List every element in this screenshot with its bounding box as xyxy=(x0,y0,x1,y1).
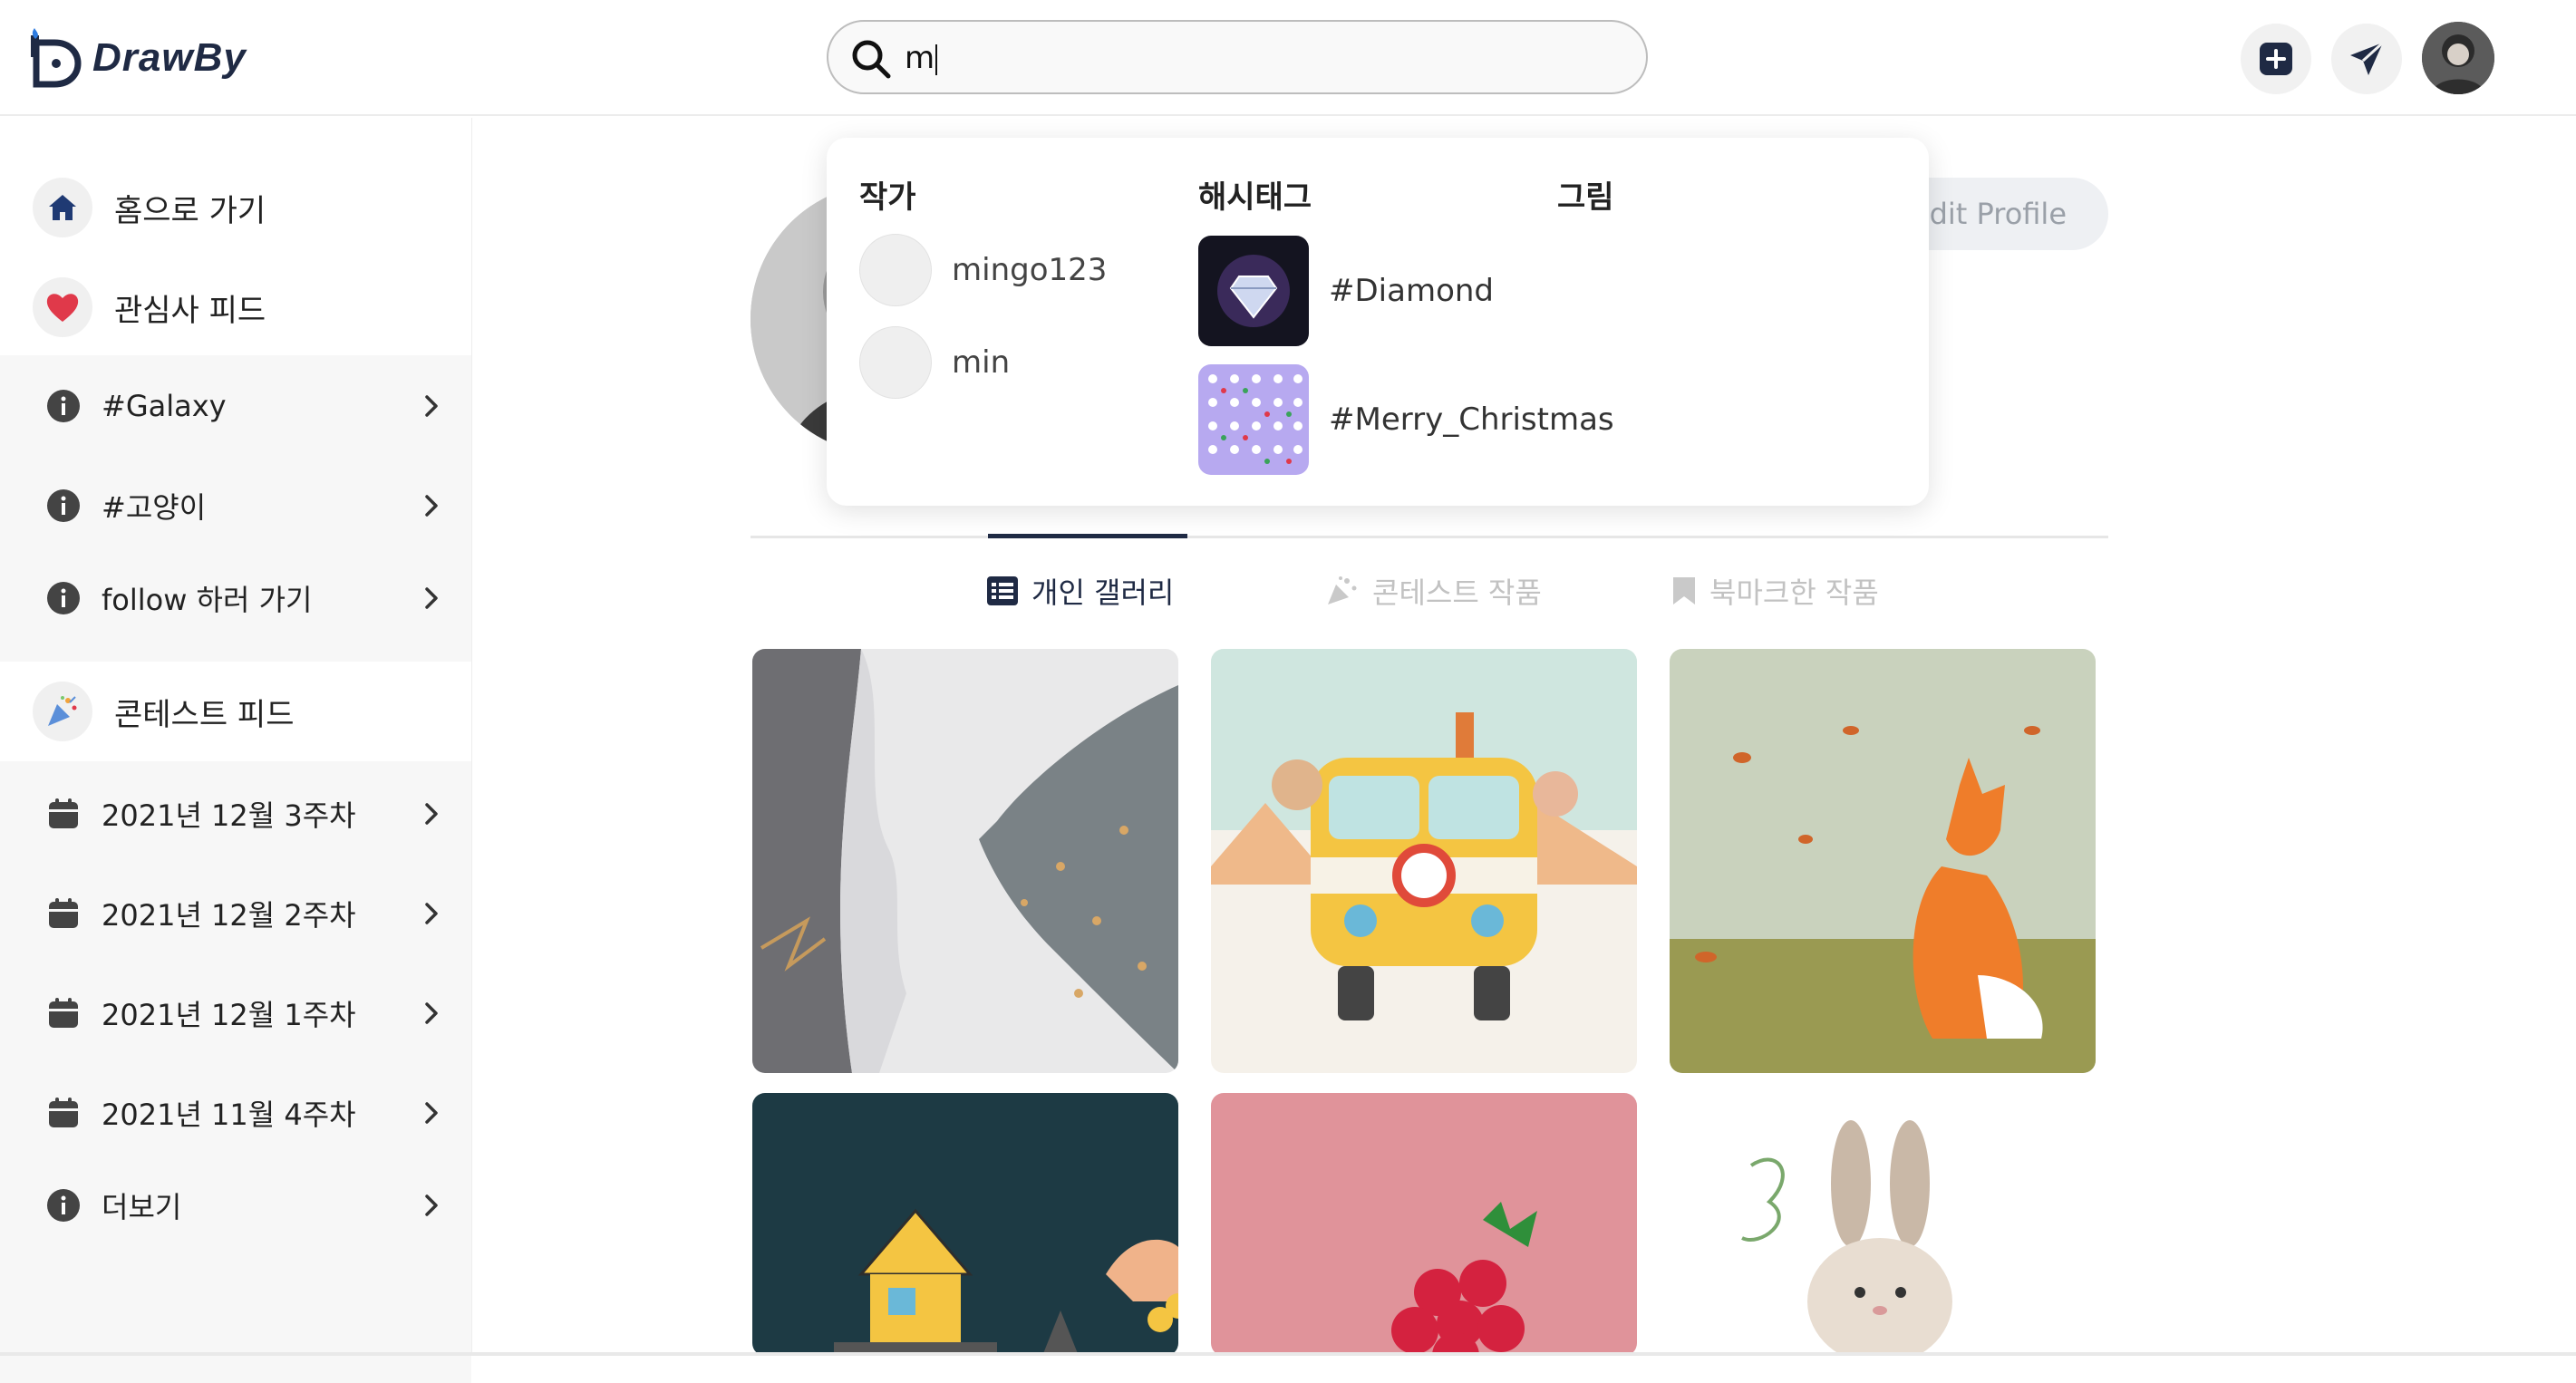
calendar-icon xyxy=(45,895,82,932)
top-header: DrawBy m xyxy=(0,0,2576,116)
hashtag-name: #Merry_Christmas xyxy=(1329,401,1614,438)
gallery-artwork[interactable] xyxy=(752,649,1178,1073)
tab-label: 콘테스트 작품 xyxy=(1372,575,1542,610)
artwork-fox-autumn xyxy=(1670,649,2096,1073)
sidebar-item-galaxy[interactable]: #Galaxy xyxy=(45,379,444,433)
search-results-dropdown: 작가 해시태그 그림 mingo123 min #Diamond #Merry_… xyxy=(827,138,1929,506)
sidebar-item-week[interactable]: 2021년 12월 1주차 xyxy=(45,986,444,1040)
sidebar-item-interest-feed[interactable]: 관심사 피드 xyxy=(33,276,266,339)
author-result[interactable]: mingo123 xyxy=(859,234,1107,306)
gallery-artwork[interactable] xyxy=(1670,649,2096,1073)
author-name: min xyxy=(952,344,1011,381)
author-result[interactable]: min xyxy=(859,326,1010,399)
artwork-camper-van xyxy=(1211,649,1637,1073)
chevron-right-icon xyxy=(425,495,438,517)
gallery-artwork[interactable] xyxy=(1670,1093,2096,1356)
tab-label: 북마크한 작품 xyxy=(1709,575,1879,610)
hashtag-result[interactable]: #Merry_Christmas xyxy=(1198,364,1614,475)
gallery-artwork[interactable] xyxy=(752,1093,1178,1356)
messages-button[interactable] xyxy=(2331,24,2402,94)
author-name: mingo123 xyxy=(952,252,1108,288)
info-icon xyxy=(45,1187,82,1223)
chevron-right-icon xyxy=(425,1102,438,1124)
info-icon xyxy=(45,488,82,524)
artwork-woman-and-cat xyxy=(752,649,1178,1073)
calendar-icon xyxy=(45,796,82,832)
search-icon xyxy=(852,40,891,79)
party-popper-icon xyxy=(1328,576,1357,604)
sidebar-item-label: 홈으로 가기 xyxy=(114,192,266,229)
heart-icon xyxy=(33,277,92,337)
tab-contest-works[interactable]: 콘테스트 작품 xyxy=(1325,569,1542,613)
sidebar-item-label: #고양이 xyxy=(102,490,207,525)
sidebar-item-week[interactable]: 2021년 12월 3주차 xyxy=(45,787,444,841)
sidebar-item-follow[interactable]: follow 하러 가기 xyxy=(45,571,444,625)
gallery-artwork[interactable] xyxy=(1211,649,1637,1073)
list-icon xyxy=(987,576,1018,605)
sidebar: 홈으로 가기 관심사 피드 #Galaxy #고양이 follow 하러 가기 … xyxy=(0,118,472,1383)
search-bar[interactable]: m xyxy=(827,20,1648,94)
sidebar-item-home[interactable]: 홈으로 가기 xyxy=(33,176,266,239)
plus-square-icon xyxy=(2260,43,2292,75)
calendar-icon xyxy=(45,995,82,1031)
search-input[interactable]: m xyxy=(905,36,938,80)
paper-plane-icon xyxy=(2350,41,2385,75)
chevron-right-icon xyxy=(425,803,438,825)
authors-header: 작가 xyxy=(859,179,916,216)
sidebar-item-week[interactable]: 2021년 12월 2주차 xyxy=(45,886,444,941)
gallery-artwork[interactable] xyxy=(1211,1093,1637,1356)
party-popper-icon xyxy=(33,682,92,741)
contest-week-list xyxy=(0,761,471,1383)
active-tab-indicator xyxy=(988,534,1187,538)
hashtags-header: 해시태그 xyxy=(1198,179,1312,216)
chevron-right-icon xyxy=(425,903,438,924)
sidebar-item-week[interactable]: 2021년 11월 4주차 xyxy=(45,1086,444,1140)
hashtag-thumbnail xyxy=(1198,364,1309,475)
sidebar-item-label: 관심사 피드 xyxy=(114,292,266,329)
sidebar-item-label: 2021년 11월 4주차 xyxy=(102,1098,356,1132)
calendar-icon xyxy=(45,1095,82,1131)
tab-label: 개인 갤러리 xyxy=(1031,575,1175,610)
artwork-house-scale xyxy=(752,1093,1178,1356)
info-icon xyxy=(45,388,82,424)
info-icon xyxy=(45,580,82,616)
logo[interactable]: DrawBy xyxy=(27,22,247,94)
tab-bookmarked-works[interactable]: 북마크한 작품 xyxy=(1671,569,1879,613)
sidebar-item-more[interactable]: 더보기 xyxy=(45,1178,444,1233)
artwork-raspberry xyxy=(1211,1093,1637,1356)
chevron-right-icon xyxy=(425,1194,438,1216)
sidebar-item-label: follow 하러 가기 xyxy=(102,583,313,617)
hashtag-result[interactable]: #Diamond xyxy=(1198,236,1494,346)
sidebar-item-label: 2021년 12월 3주차 xyxy=(102,798,356,833)
chevron-right-icon xyxy=(425,1002,438,1024)
sidebar-item-contest-feed[interactable]: 콘테스트 피드 xyxy=(33,680,295,743)
sidebar-item-label: 더보기 xyxy=(102,1190,182,1224)
upload-button[interactable] xyxy=(2241,24,2311,94)
chevron-right-icon xyxy=(425,587,438,609)
sidebar-item-label: 2021년 12월 1주차 xyxy=(102,998,356,1032)
sidebar-item-label: 콘테스트 피드 xyxy=(114,696,295,733)
avatar xyxy=(859,234,932,306)
artwork-bunny xyxy=(1670,1093,2096,1356)
sidebar-item-cat[interactable]: #고양이 xyxy=(45,479,444,533)
sidebar-item-label: #Galaxy xyxy=(102,389,227,423)
hashtag-name: #Diamond xyxy=(1329,273,1495,309)
bookmark-icon xyxy=(1673,577,1695,604)
text-caret xyxy=(935,44,938,75)
hashtag-thumbnail xyxy=(1198,236,1309,346)
logo-text: DrawBy xyxy=(92,35,247,80)
tab-divider xyxy=(751,536,2108,538)
avatar-image xyxy=(2422,22,2494,94)
drawings-header: 그림 xyxy=(1557,179,1614,216)
sidebar-item-label: 2021년 12월 2주차 xyxy=(102,898,356,933)
chevron-right-icon xyxy=(425,395,438,417)
logo-icon xyxy=(31,28,82,88)
user-avatar[interactable] xyxy=(2422,22,2494,94)
home-icon xyxy=(33,178,92,237)
avatar xyxy=(859,326,932,399)
tab-personal-gallery[interactable]: 개인 갤러리 xyxy=(986,569,1174,613)
page-bottom-border xyxy=(0,1352,2576,1356)
